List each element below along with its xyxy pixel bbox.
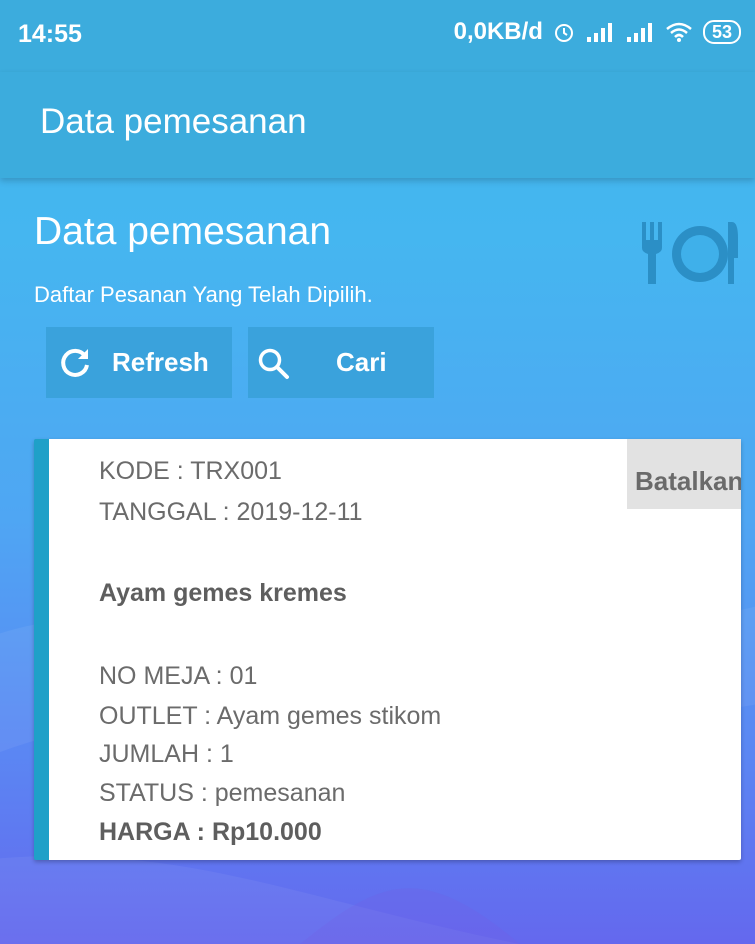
- order-price: HARGA : Rp10.000: [99, 818, 322, 846]
- order-outlet: OUTLET : Ayam gemes stikom: [99, 702, 442, 730]
- app-bar: Data pemesanan: [0, 72, 755, 178]
- order-card: KODE : TRX001 TANGGAL : 2019-12-11 Ayam …: [34, 439, 741, 860]
- wifi-icon: [666, 22, 692, 42]
- network-speed: 0,0KB/d: [453, 18, 543, 45]
- order-code: KODE : TRX001: [99, 457, 282, 485]
- page-title: Data pemesanan: [34, 210, 332, 253]
- search-button[interactable]: Cari: [248, 327, 434, 398]
- order-quantity: JUMLAH : 1: [99, 740, 234, 768]
- signal-icon: [586, 23, 612, 42]
- order-status: STATUS : pemesanan: [99, 779, 346, 807]
- signal-icon-2: [626, 23, 652, 42]
- restaurant-icon: [642, 222, 738, 284]
- status-indicators: 0,0KB/d 53: [454, 18, 741, 46]
- order-table-number: NO MEJA : 01: [99, 662, 258, 690]
- refresh-button-label: Refresh: [112, 347, 209, 377]
- cancel-order-button[interactable]: Batalkan: [627, 439, 741, 509]
- app-bar-title: Data pemesanan: [40, 102, 307, 141]
- status-time: 14:55: [18, 20, 82, 48]
- order-menu-name: Ayam gemes kremes: [99, 579, 347, 607]
- status-bar: 14:55 0,0KB/d 53: [0, 0, 755, 72]
- order-date: TANGGAL : 2019-12-11: [99, 498, 363, 526]
- alarm-icon: [554, 24, 573, 42]
- battery-icon: 53: [702, 20, 741, 44]
- page-subtitle: Daftar Pesanan Yang Telah Dipilih.: [34, 282, 373, 307]
- search-button-label: Cari: [336, 347, 387, 377]
- refresh-icon: [61, 348, 89, 377]
- refresh-button[interactable]: Refresh: [46, 327, 232, 398]
- search-icon: [258, 348, 289, 379]
